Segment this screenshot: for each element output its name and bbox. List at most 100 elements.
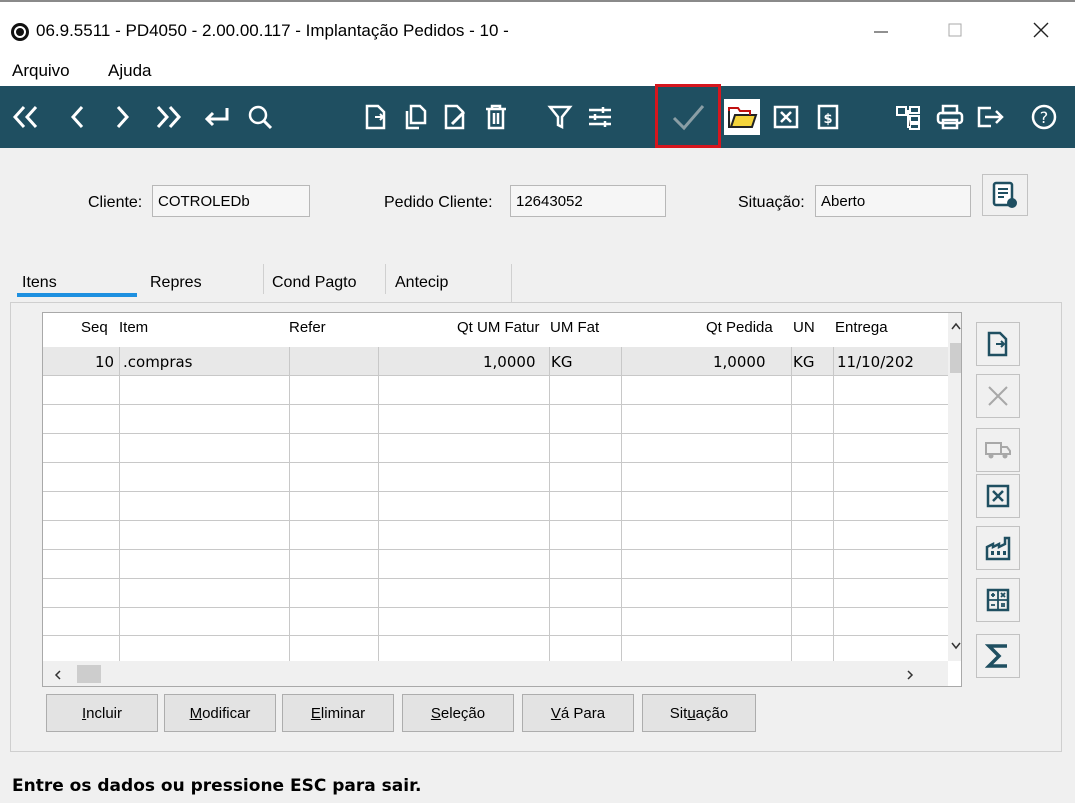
tree-button[interactable] (888, 94, 928, 140)
col-header-qt-um-fatur[interactable]: Qt UM Fatur (457, 319, 540, 336)
new-icon (365, 104, 386, 130)
cell-item[interactable]: .compras (123, 353, 193, 371)
document-money-icon: $ (817, 104, 839, 130)
va-para-button[interactable]: Vá Para (522, 694, 634, 732)
order-notes-button[interactable] (982, 174, 1028, 216)
tab-antecip[interactable]: Antecip (395, 274, 448, 292)
horizontal-scrollbar[interactable] (43, 661, 948, 686)
col-header-um-fat[interactable]: UM Fat (550, 319, 599, 336)
col-header-qt-pedida[interactable]: Qt Pedida (706, 319, 773, 336)
add-item-icon (987, 331, 1008, 357)
exit-button[interactable] (970, 94, 1010, 140)
vertical-scrollbar[interactable] (948, 313, 962, 661)
tab-repres[interactable]: Repres (150, 274, 202, 292)
remove-item-button[interactable] (976, 374, 1020, 418)
situacao-button[interactable]: Sit u ação (642, 694, 756, 732)
next-record-icon (116, 105, 130, 129)
print-button[interactable] (930, 94, 970, 140)
filter-button[interactable] (540, 94, 580, 140)
goto-button[interactable] (196, 94, 236, 140)
scroll-right-icon[interactable] (905, 669, 915, 681)
cell-qt-um-fatur[interactable]: 1,0000 (483, 353, 536, 371)
tab-itens[interactable]: Itens (22, 274, 57, 292)
delivery-button[interactable] (976, 428, 1020, 472)
vertical-scroll-thumb[interactable] (950, 343, 961, 373)
delete-button[interactable] (476, 94, 516, 140)
modificar-button[interactable]: Modificar (164, 694, 276, 732)
scroll-down-icon[interactable] (950, 641, 962, 651)
status-message: Entre os dados ou pressione ESC para sai… (12, 776, 422, 796)
grid-row-line (43, 549, 948, 550)
sum-button[interactable] (976, 634, 1020, 678)
settings-icon (589, 107, 611, 127)
grid-col-line (549, 347, 550, 661)
last-record-button[interactable] (148, 94, 188, 140)
grid-col-line (791, 347, 792, 661)
va-para-label: á Para (560, 704, 606, 722)
minimize-icon (874, 31, 888, 33)
cliente-field[interactable]: COTROLEDb (152, 185, 310, 217)
add-item-button[interactable] (976, 322, 1020, 366)
settings-button[interactable] (580, 94, 620, 140)
factory-button[interactable] (976, 526, 1020, 570)
selecao-accelerator: S (430, 704, 441, 722)
confirm-highlight-box (655, 84, 721, 148)
app-logo-icon (11, 23, 29, 41)
next-record-button[interactable] (102, 94, 142, 140)
search-button[interactable] (240, 94, 280, 140)
previous-record-button[interactable] (58, 94, 98, 140)
scroll-left-icon[interactable] (53, 669, 63, 681)
cancel-button[interactable] (766, 94, 806, 140)
cancel-item-button[interactable] (976, 474, 1020, 518)
open-folder-button[interactable] (722, 94, 762, 140)
col-header-seq[interactable]: Seq (81, 319, 108, 336)
situacao-field[interactable]: Aberto (815, 185, 971, 217)
calculator-button[interactable] (976, 578, 1020, 622)
col-header-item[interactable]: Item (119, 319, 148, 336)
svg-text:$: $ (823, 112, 832, 127)
delivery-truck-icon (985, 442, 1011, 459)
incluir-button[interactable]: Incluir (46, 694, 158, 732)
print-icon (936, 104, 964, 130)
horizontal-scroll-thumb[interactable] (77, 665, 101, 683)
cell-qt-pedida[interactable]: 1,0000 (713, 353, 766, 371)
eliminar-button[interactable]: Eliminar (282, 694, 394, 732)
grid-col-line (833, 347, 834, 661)
tab-divider (263, 264, 264, 294)
sum-icon (985, 644, 1007, 668)
copy-button[interactable] (396, 94, 436, 140)
cell-seq[interactable]: 10 (95, 353, 114, 371)
document-money-button[interactable]: $ (808, 94, 848, 140)
previous-record-icon (70, 105, 84, 129)
col-header-entrega[interactable]: Entrega (835, 319, 888, 336)
cell-entrega[interactable]: 11/10/202 (837, 353, 914, 371)
edit-button[interactable] (436, 94, 476, 140)
minimize-button[interactable] (858, 10, 904, 50)
close-button[interactable] (1018, 10, 1064, 50)
notes-icon (992, 181, 1017, 208)
grid-row-line (43, 433, 948, 434)
situacao-label: Situação: (738, 194, 805, 211)
cell-un[interactable]: KG (793, 353, 814, 371)
tab-cond-pagto[interactable]: Cond Pagto (272, 274, 357, 292)
new-button[interactable] (356, 94, 396, 140)
menu-ajuda[interactable]: Ajuda (108, 61, 151, 81)
items-grid[interactable]: Seq Item Refer Qt UM Fatur UM Fat Qt Ped… (42, 312, 962, 687)
scroll-up-icon[interactable] (950, 321, 962, 331)
col-header-un[interactable]: UN (793, 319, 815, 336)
title-bar: 06.9.5511 - PD4050 - 2.00.00.117 - Impla… (0, 0, 1075, 54)
selecao-button[interactable]: Seleção (402, 694, 514, 732)
menu-arquivo[interactable]: Arquivo (12, 61, 70, 81)
cell-um-fat[interactable]: KG (551, 353, 572, 371)
pedido-cliente-field[interactable]: 12643052 (510, 185, 666, 217)
col-header-refer[interactable]: Refer (289, 319, 326, 336)
first-record-button[interactable] (6, 94, 46, 140)
first-record-icon (12, 105, 38, 129)
modificar-label: odificar (202, 704, 251, 722)
svg-text:?: ? (1040, 108, 1049, 127)
va-para-accelerator: V (550, 704, 561, 722)
help-button[interactable]: ? (1024, 94, 1064, 140)
incluir-label: ncluir (86, 704, 123, 722)
edit-icon (444, 104, 466, 130)
maximize-button[interactable] (932, 10, 978, 50)
